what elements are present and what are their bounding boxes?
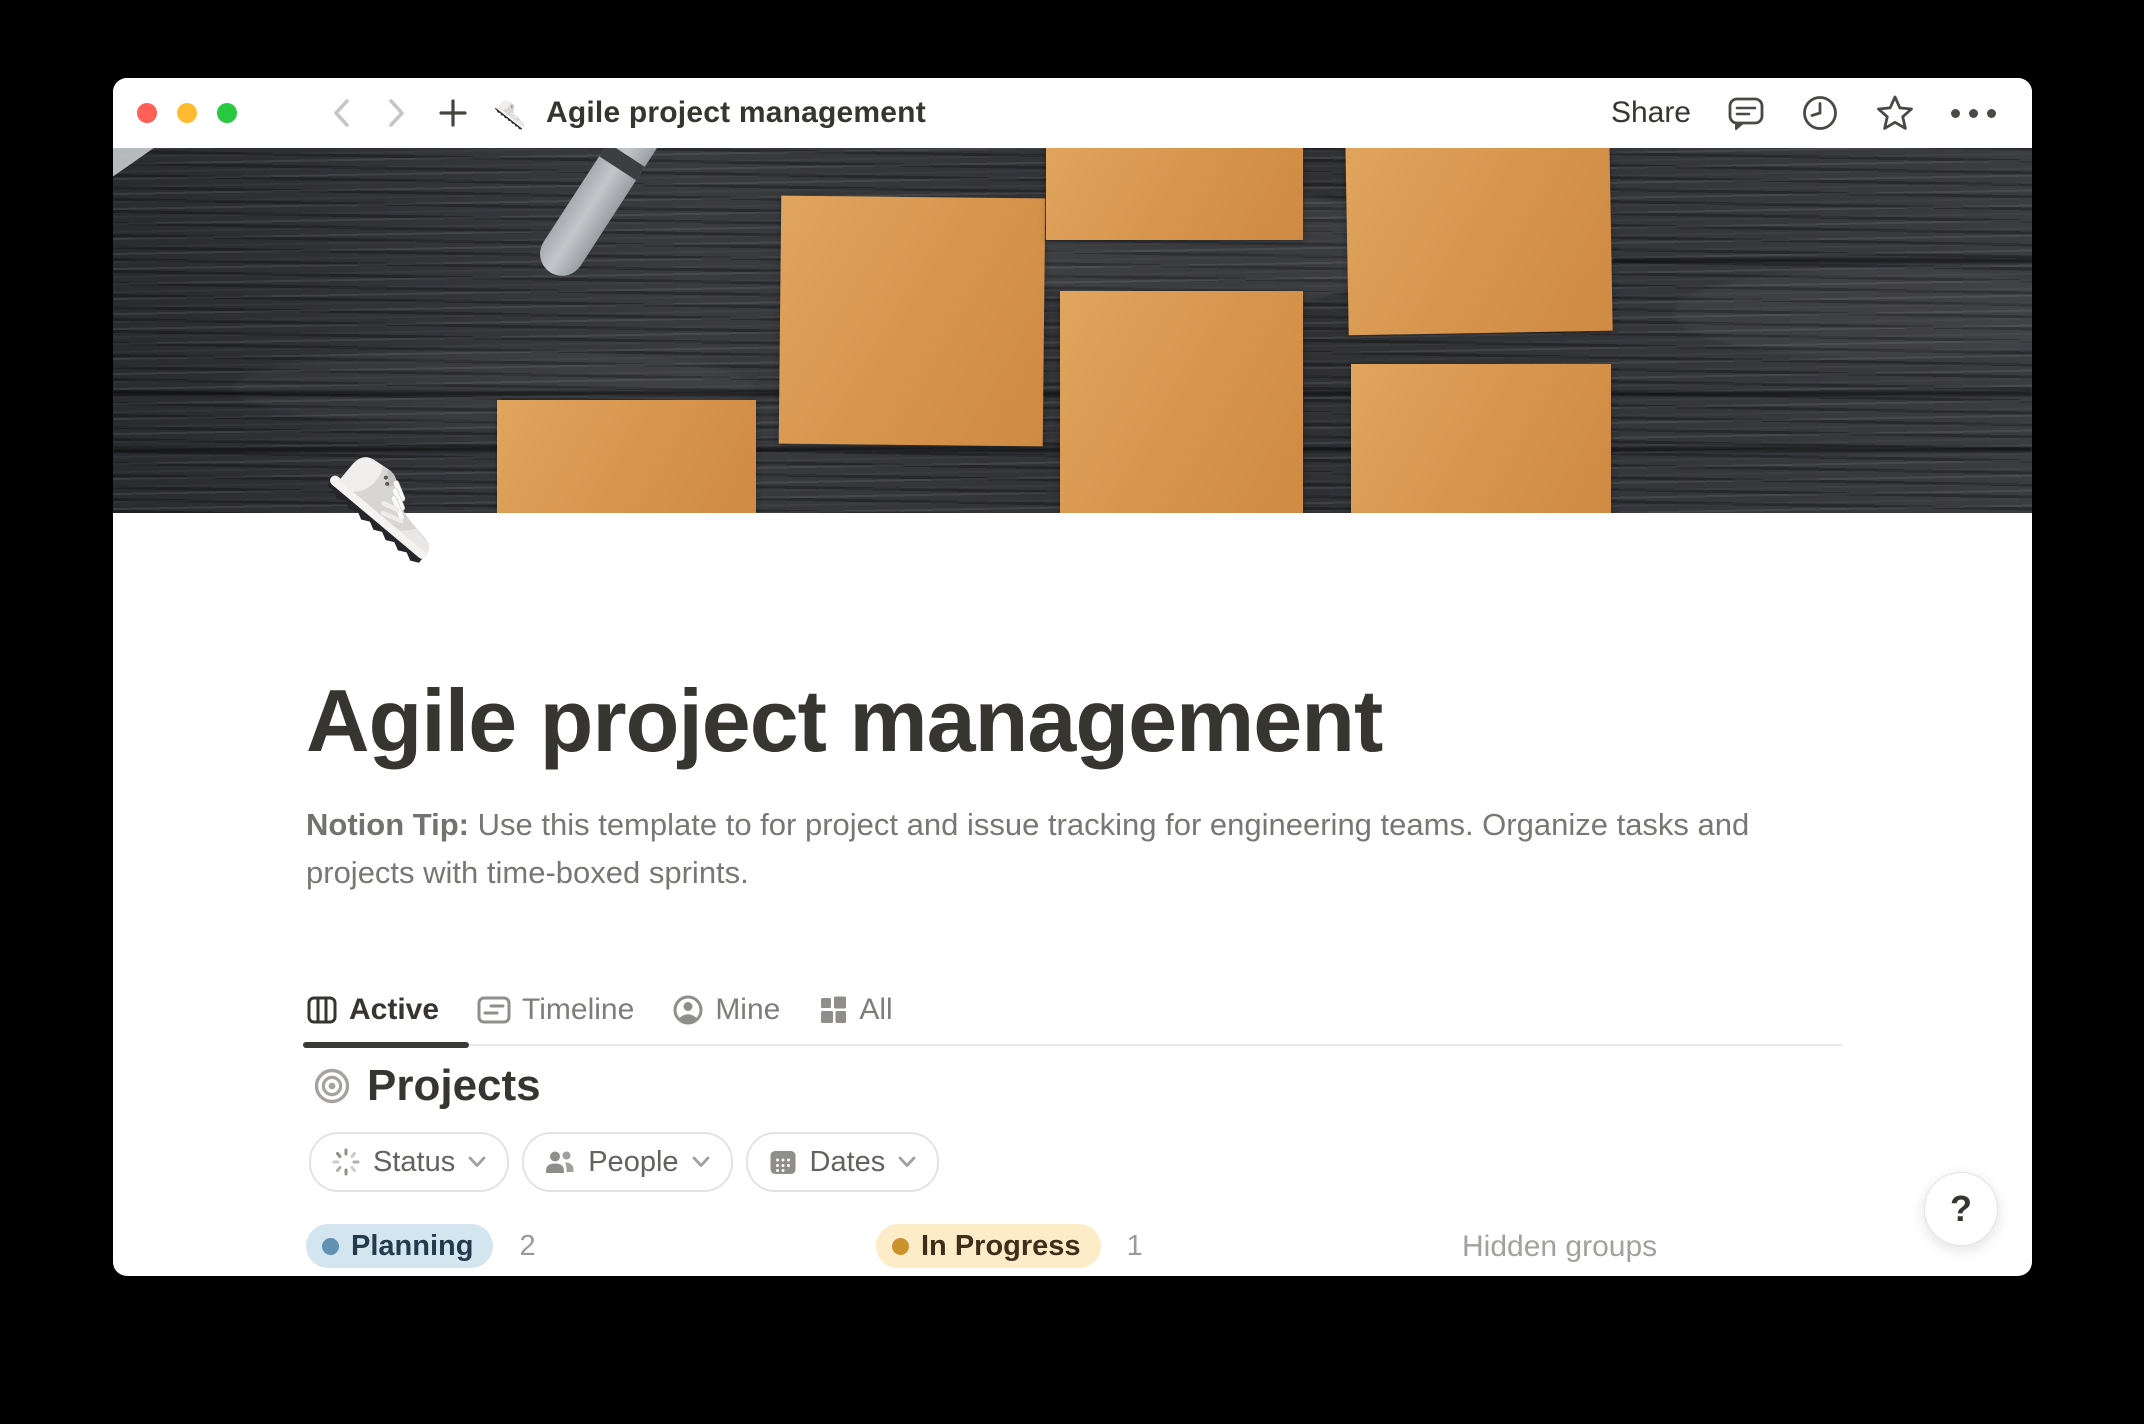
dates-filter-chip[interactable]: Dates <box>746 1132 940 1192</box>
board-columns-icon <box>306 994 338 1026</box>
marker-pen <box>532 148 689 284</box>
page-icon-sneaker[interactable] <box>311 422 467 588</box>
tab-label: All <box>859 993 892 1027</box>
sticky-note <box>779 196 1046 447</box>
target-icon <box>313 1067 351 1105</box>
sticky-note <box>1046 148 1303 240</box>
status-badge[interactable]: In Progress <box>876 1224 1101 1268</box>
close-window-button[interactable] <box>137 103 157 123</box>
status-badge-label: In Progress <box>921 1230 1081 1263</box>
tab-all[interactable]: All <box>818 993 892 1027</box>
status-dot <box>322 1238 339 1255</box>
chip-label: Status <box>373 1146 455 1179</box>
people-filter-chip[interactable]: People <box>522 1132 732 1192</box>
filter-chips: Status People <box>309 1132 939 1192</box>
tab-mine[interactable]: Mine <box>672 993 780 1027</box>
help-button[interactable]: ? <box>1924 1172 1998 1246</box>
section-title: Projects <box>367 1062 541 1110</box>
board-group-row: Planning 2 In Progress 1 Hidden groups <box>113 1224 2032 1272</box>
chip-label: People <box>588 1146 678 1179</box>
chip-label: Dates <box>810 1146 886 1179</box>
notion-tip-text: Use this template to for project and iss… <box>306 807 1749 890</box>
screenshot-canvas: { "titlebar": { "page_title": "Agile pro… <box>0 0 2144 1424</box>
minimize-window-button[interactable] <box>177 103 197 123</box>
new-tab-icon[interactable] <box>438 98 468 128</box>
hidden-groups-button[interactable]: Hidden groups <box>1462 1230 1657 1264</box>
status-spinner-icon <box>331 1147 361 1177</box>
chevron-down-icon <box>897 1155 917 1169</box>
tab-label: Active <box>349 993 439 1027</box>
hamburger-menu-icon[interactable] <box>264 100 300 126</box>
sticky-note <box>497 400 756 513</box>
person-circle-icon <box>672 994 704 1026</box>
zoom-window-button[interactable] <box>217 103 237 123</box>
board-group-planning: Planning 2 <box>306 1224 536 1268</box>
page-title: Agile project management <box>306 668 1866 774</box>
ellipsis-icon[interactable] <box>1951 109 1996 118</box>
tab-label: Mine <box>715 993 780 1027</box>
back-icon[interactable] <box>330 98 354 128</box>
sticky-note <box>1345 148 1612 335</box>
status-badge[interactable]: Planning <box>306 1224 493 1268</box>
sticky-note <box>1060 291 1303 513</box>
calendar-icon <box>768 1147 798 1177</box>
notion-tip-label: Notion Tip: <box>306 807 469 842</box>
notion-window: Agile project management Share <box>113 78 2032 1276</box>
share-button[interactable]: Share <box>1611 96 1691 130</box>
projects-section-heading: Projects <box>313 1062 541 1110</box>
board-group-in-progress: In Progress 1 <box>876 1224 1143 1268</box>
sticky-note <box>1351 364 1611 513</box>
status-dot <box>892 1238 909 1255</box>
star-icon[interactable] <box>1875 94 1915 132</box>
window-titlebar: Agile project management Share <box>113 78 2032 148</box>
desk-object <box>113 148 179 188</box>
window-page-title: Agile project management <box>546 96 926 130</box>
status-filter-chip[interactable]: Status <box>309 1132 509 1192</box>
tab-label: Timeline <box>522 993 634 1027</box>
tab-active[interactable]: Active <box>306 993 439 1027</box>
timeline-icon <box>477 995 511 1025</box>
history-clock-icon[interactable] <box>1801 94 1839 132</box>
chevron-down-icon <box>691 1155 711 1169</box>
people-icon <box>544 1148 576 1176</box>
active-tab-underline <box>303 1042 469 1048</box>
comment-icon[interactable] <box>1727 95 1765 131</box>
group-count: 1 <box>1127 1230 1143 1263</box>
grid-icon <box>818 995 848 1025</box>
sneaker-icon <box>492 92 534 134</box>
forward-icon[interactable] <box>384 98 408 128</box>
traffic-lights <box>137 103 237 123</box>
chevron-down-icon <box>467 1155 487 1169</box>
wood-seam <box>1613 258 2032 263</box>
view-tabs: Active Timeline Mine <box>306 976 1842 1046</box>
notion-tip-paragraph: Notion Tip: Use this template to for pro… <box>306 801 1854 897</box>
status-badge-label: Planning <box>351 1230 473 1263</box>
tab-timeline[interactable]: Timeline <box>477 993 634 1027</box>
group-count: 2 <box>519 1230 535 1263</box>
wood-grain <box>1673 268 2032 358</box>
